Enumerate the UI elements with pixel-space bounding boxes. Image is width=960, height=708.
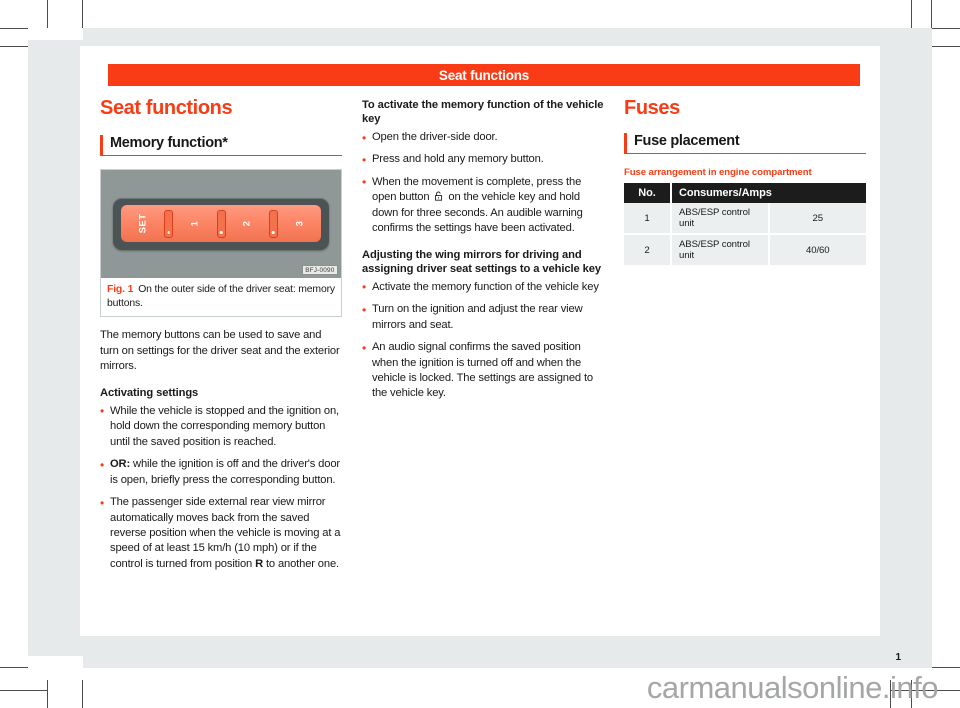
running-head-bar: Seat functions — [108, 64, 860, 86]
section-heading-memory-function: Memory function* — [100, 135, 342, 157]
figure-memory-buttons: SET 1 2 3 BFJ-0090 Fig. 1 On the outer s… — [100, 169, 342, 318]
table-caption: Fuse arrangement in engine compartment — [624, 167, 812, 179]
memory-button-pad: SET 1 2 3 — [121, 205, 321, 243]
table-row: 1 ABS/ESP control unit 25 — [624, 203, 866, 236]
column-middle: To activate the memory function of the v… — [362, 98, 604, 618]
bullet-text: while the ignition is off and the driver… — [110, 458, 340, 486]
activating-settings-bullets: While the vehicle is stopped and the ign… — [100, 403, 342, 573]
crop-mark-top-right-vertical — [911, 0, 913, 29]
page-columns: Seat functions Memory function* SET 1 2 … — [100, 98, 868, 618]
button-panel-bezel: SET 1 2 3 — [113, 198, 329, 251]
section-heading-label: Fuse placement — [634, 133, 740, 149]
figure-caption: Fig. 1 On the outer side of the driver se… — [101, 278, 341, 316]
memory-button-2-label: 2 — [241, 221, 253, 227]
bullet-text-part2: to another one. — [263, 557, 339, 570]
memory-button-set[interactable]: SET — [121, 205, 164, 242]
button-divider-3 — [268, 209, 278, 238]
unlock-padlock-icon — [434, 191, 443, 201]
gear-position-r: R — [255, 557, 263, 570]
cell-fuse-consumer: ABS/ESP control unit — [671, 203, 770, 236]
memory-button-3-label: 3 — [293, 221, 305, 227]
memory-intro-paragraph: The memory buttons can be used to save a… — [100, 329, 340, 373]
figure-number: Fig. 1 — [107, 284, 134, 296]
list-item: The passenger side external rear view mi… — [100, 495, 342, 572]
cell-fuse-no: 1 — [624, 203, 672, 236]
subheading-activating-settings: Activating settings — [100, 386, 199, 399]
column-right: Fuses Fuse placement Fuse arrangement in… — [624, 98, 866, 618]
adjusting-wing-mirrors-bullets: Activate the memory function of the vehi… — [362, 279, 604, 402]
chapter-title-fuses: Fuses — [624, 97, 680, 119]
page-surround-notch-bottom-left — [28, 656, 83, 668]
subheading-adjusting-wing-mirrors: Adjusting the wing mirrors for driving a… — [362, 248, 602, 275]
table-header-row: No. Consumers/Amps — [624, 183, 866, 204]
column-header-consumers-amps: Consumers/Amps — [671, 183, 866, 204]
column-header-no: No. — [624, 183, 672, 204]
list-item: While the vehicle is stopped and the ign… — [100, 403, 342, 450]
section-heading-label: Memory function* — [110, 135, 228, 151]
crop-mark-top-left-vertical-2 — [82, 0, 84, 29]
subheading-activate-memory-vehicle-key: To activate the memory function of the v… — [362, 99, 604, 125]
column-left: Seat functions Memory function* SET 1 2 … — [100, 98, 342, 618]
fuse-table: No. Consumers/Amps 1 ABS/ESP control uni… — [624, 183, 866, 268]
list-item: Activate the memory function of the vehi… — [362, 279, 604, 296]
page-number: 1 — [895, 652, 901, 663]
activate-memory-key-bullets: Open the driver-side door. Press and hol… — [362, 129, 604, 237]
cell-fuse-consumer: ABS/ESP control unit — [671, 234, 770, 268]
memory-button-2[interactable]: 2 — [226, 205, 269, 242]
button-divider-1 — [164, 209, 174, 238]
list-item: Turn on the ignition and adjust the rear… — [362, 302, 604, 333]
section-heading-fuse-placement: Fuse placement — [624, 133, 866, 155]
site-watermark: carmanualsonline.info — [646, 670, 939, 705]
memory-button-1-label: 1 — [189, 221, 201, 227]
table-row: 2 ABS/ESP control unit 40/60 — [624, 234, 866, 268]
bullet-lead-or: OR: — [110, 458, 131, 471]
manual-page: Seat functions Seat functions Memory fun… — [80, 46, 901, 663]
list-item: When the movement is complete, press the… — [362, 174, 604, 237]
figure-image-code: BFJ-0090 — [301, 265, 338, 276]
list-item: Press and hold any memory button. — [362, 152, 604, 169]
running-head-title: Seat functions — [438, 67, 530, 83]
button-divider-2 — [216, 209, 226, 238]
figure-image: SET 1 2 3 BFJ-0090 — [101, 170, 341, 279]
list-item: An audio signal confirms the saved posit… — [362, 340, 604, 402]
cell-fuse-amps: 25 — [768, 203, 866, 236]
crop-mark-top-right-vertical-2 — [931, 0, 933, 29]
crop-mark-top-right-horizontal — [932, 28, 960, 30]
list-item: OR: while the ignition is off and the dr… — [100, 457, 342, 488]
list-item: Open the driver-side door. — [362, 129, 604, 146]
crop-mark-top-left-vertical — [47, 0, 49, 29]
crop-mark-top-right-horizontal-2 — [930, 46, 960, 48]
cell-fuse-no: 2 — [624, 234, 672, 268]
memory-button-3[interactable]: 3 — [278, 205, 321, 242]
memory-button-set-label: SET — [137, 214, 149, 234]
memory-button-1[interactable]: 1 — [173, 205, 216, 242]
page-surround-notch-top-left — [28, 28, 83, 40]
figure-caption-text: On the outer side of the driver seat: me… — [107, 284, 335, 309]
cell-fuse-amps: 40/60 — [768, 234, 866, 268]
chapter-title: Seat functions — [100, 97, 233, 119]
